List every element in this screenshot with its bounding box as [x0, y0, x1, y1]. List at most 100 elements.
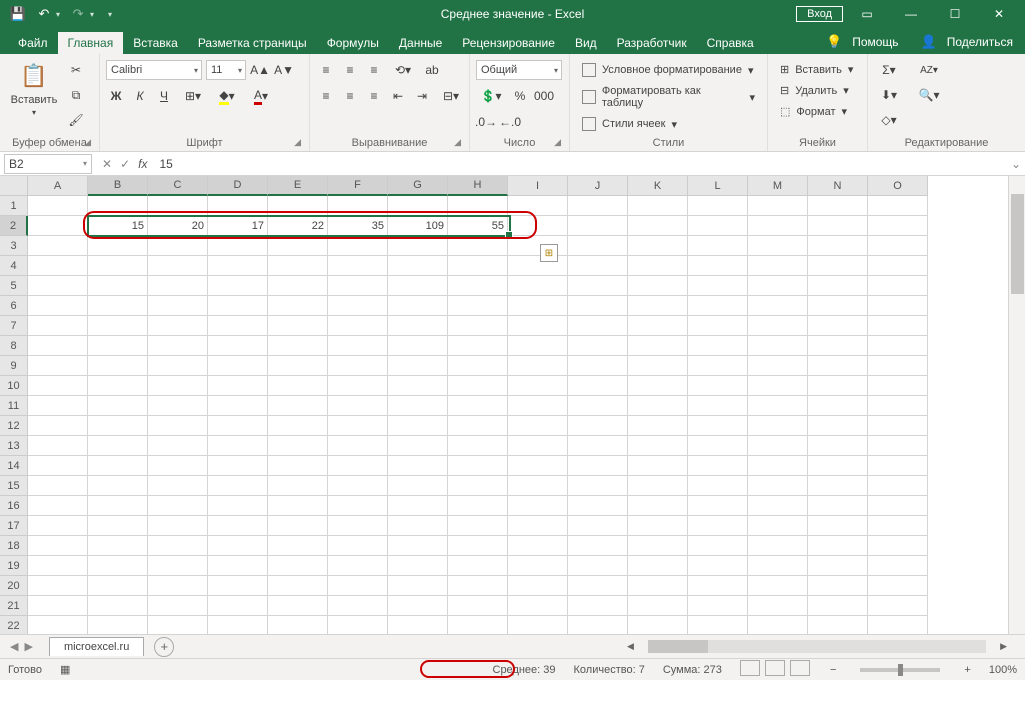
cell[interactable]: [688, 436, 748, 456]
cell[interactable]: [688, 556, 748, 576]
cell[interactable]: [208, 416, 268, 436]
cell[interactable]: [448, 276, 508, 296]
cell[interactable]: [748, 536, 808, 556]
row-header[interactable]: 20: [0, 576, 28, 596]
cell[interactable]: [328, 196, 388, 216]
cell[interactable]: [808, 616, 868, 634]
cell[interactable]: [388, 536, 448, 556]
cell[interactable]: [208, 576, 268, 596]
cell[interactable]: [508, 556, 568, 576]
cell[interactable]: [748, 576, 808, 596]
cell[interactable]: [868, 236, 928, 256]
fx-icon[interactable]: fx: [138, 157, 147, 171]
cell[interactable]: [388, 576, 448, 596]
cell[interactable]: [28, 316, 88, 336]
cell[interactable]: [328, 256, 388, 276]
cell[interactable]: [568, 456, 628, 476]
tab-developer[interactable]: Разработчик: [607, 32, 697, 54]
cell[interactable]: [148, 296, 208, 316]
cell[interactable]: [328, 516, 388, 536]
cell[interactable]: [628, 476, 688, 496]
decrease-decimal-icon[interactable]: ←.0: [500, 112, 520, 132]
cell[interactable]: [328, 416, 388, 436]
cell[interactable]: [748, 356, 808, 376]
decrease-font-icon[interactable]: A▼: [274, 60, 294, 80]
cell[interactable]: [748, 416, 808, 436]
cell[interactable]: 17: [208, 216, 268, 236]
cell[interactable]: [628, 276, 688, 296]
cell[interactable]: [148, 456, 208, 476]
cell[interactable]: [628, 196, 688, 216]
cell[interactable]: [628, 496, 688, 516]
cell[interactable]: [328, 436, 388, 456]
tab-home[interactable]: Главная: [58, 32, 124, 54]
cell[interactable]: [808, 416, 868, 436]
cell[interactable]: [328, 556, 388, 576]
cell[interactable]: [268, 316, 328, 336]
cell[interactable]: [388, 476, 448, 496]
cell[interactable]: [688, 376, 748, 396]
row-header[interactable]: 6: [0, 296, 28, 316]
conditional-formatting-button[interactable]: Условное форматирование ▾: [576, 60, 759, 80]
cell[interactable]: [748, 256, 808, 276]
cell[interactable]: [328, 596, 388, 616]
cell[interactable]: [808, 236, 868, 256]
cell[interactable]: [568, 256, 628, 276]
worksheet-grid[interactable]: ABCDEFGHIJKLMNO 123456789101112131415161…: [0, 176, 1025, 634]
cell[interactable]: [688, 256, 748, 276]
cell[interactable]: [268, 576, 328, 596]
cell[interactable]: [148, 416, 208, 436]
zoom-level[interactable]: 100%: [989, 664, 1017, 676]
wrap-text-icon[interactable]: ab: [422, 60, 442, 80]
cell[interactable]: [388, 336, 448, 356]
decrease-indent-icon[interactable]: ⇤: [388, 86, 408, 106]
borders-button[interactable]: ⊞▾: [178, 86, 208, 106]
cell[interactable]: [268, 416, 328, 436]
cell[interactable]: [628, 436, 688, 456]
tab-review[interactable]: Рецензирование: [452, 32, 565, 54]
cell[interactable]: [568, 316, 628, 336]
cell[interactable]: [868, 416, 928, 436]
cell[interactable]: [748, 336, 808, 356]
close-button[interactable]: ✕: [979, 0, 1019, 28]
cell[interactable]: [628, 616, 688, 634]
column-header[interactable]: I: [508, 176, 568, 196]
cell[interactable]: [628, 576, 688, 596]
cut-icon[interactable]: ✂: [66, 60, 86, 80]
cell[interactable]: [688, 396, 748, 416]
cell[interactable]: [508, 336, 568, 356]
cell[interactable]: [628, 556, 688, 576]
cell[interactable]: [268, 296, 328, 316]
cell[interactable]: [568, 336, 628, 356]
cell[interactable]: [568, 236, 628, 256]
cell[interactable]: [388, 516, 448, 536]
cell[interactable]: [148, 356, 208, 376]
column-header[interactable]: D: [208, 176, 268, 196]
cell[interactable]: [208, 256, 268, 276]
row-header[interactable]: 15: [0, 476, 28, 496]
cell[interactable]: [448, 556, 508, 576]
row-header[interactable]: 12: [0, 416, 28, 436]
cell[interactable]: [88, 276, 148, 296]
format-painter-icon[interactable]: 🖌: [66, 110, 86, 130]
cell[interactable]: [808, 296, 868, 316]
cell[interactable]: [28, 296, 88, 316]
cell[interactable]: [88, 196, 148, 216]
cell[interactable]: [808, 576, 868, 596]
cell[interactable]: [268, 436, 328, 456]
cell[interactable]: [808, 196, 868, 216]
row-header[interactable]: 17: [0, 516, 28, 536]
sort-filter-icon[interactable]: AZ▾: [914, 60, 944, 80]
column-header[interactable]: C: [148, 176, 208, 196]
cell[interactable]: [808, 216, 868, 236]
cell[interactable]: [28, 216, 88, 236]
add-sheet-button[interactable]: +: [154, 637, 174, 657]
cell[interactable]: [568, 576, 628, 596]
ribbon-display-icon[interactable]: ▭: [847, 0, 887, 28]
page-break-view-icon[interactable]: [790, 660, 810, 676]
cell[interactable]: [868, 376, 928, 396]
cell[interactable]: [508, 536, 568, 556]
cell[interactable]: [268, 556, 328, 576]
cell[interactable]: [568, 476, 628, 496]
cell[interactable]: [448, 416, 508, 436]
